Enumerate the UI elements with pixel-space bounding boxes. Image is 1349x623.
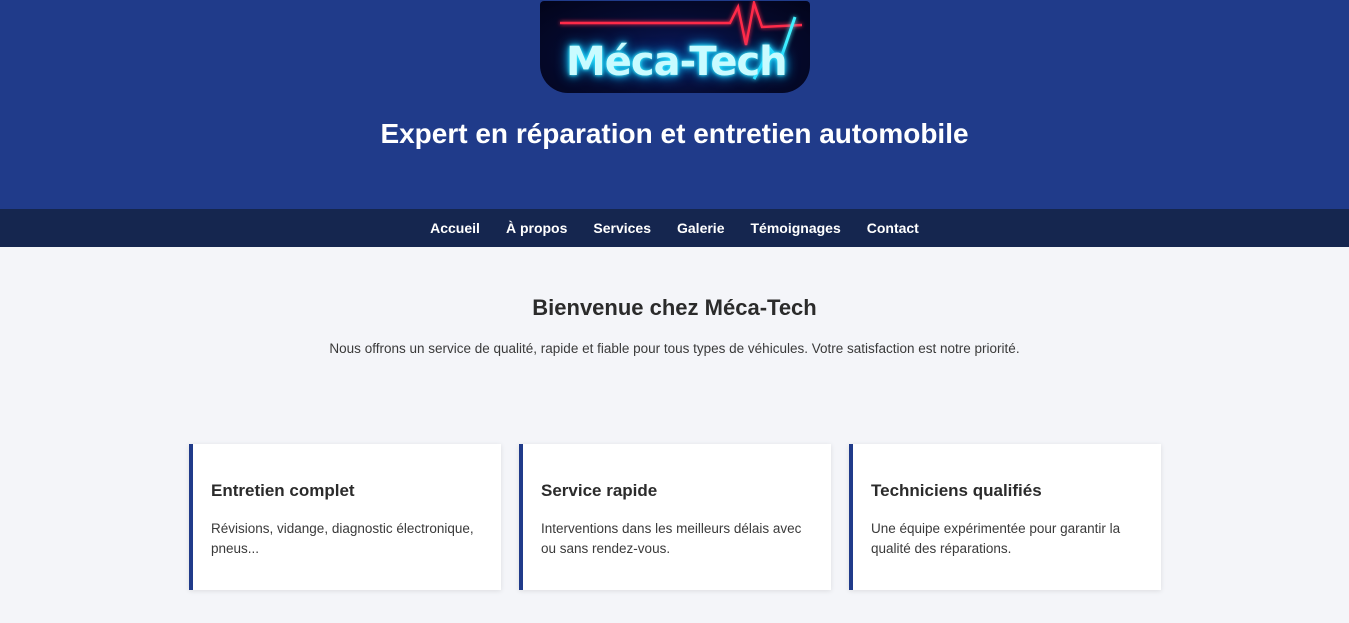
feature-card-entretien: Entretien complet Révisions, vidange, di… (189, 444, 501, 590)
nav-item-a-propos[interactable]: À propos (493, 220, 580, 236)
main-navigation: Accueil À propos Services Galerie Témoig… (0, 209, 1349, 247)
feature-card-techniciens: Techniciens qualifiés Une équipe expérim… (849, 444, 1161, 590)
meca-tech-logo[interactable]: Méca-Tech (540, 1, 810, 93)
main-content: Bienvenue chez Méca-Tech Nous offrons un… (0, 247, 1349, 623)
card-title: Service rapide (541, 481, 658, 500)
card-text: Une équipe expérimentée pour garantir la… (871, 521, 1121, 556)
logo-wordmark: Méca-Tech (566, 39, 788, 85)
nav-item-galerie[interactable]: Galerie (664, 220, 737, 236)
card-text: Interventions dans les meilleurs délais … (541, 521, 802, 556)
card-text: Révisions, vidange, diagnostic électroni… (211, 521, 474, 556)
feature-card-service-rapide: Service rapide Interventions dans les me… (519, 444, 831, 590)
tagline: Expert en réparation et entretien automo… (380, 118, 969, 149)
nav-item-temoignages[interactable]: Témoignages (737, 220, 853, 236)
welcome-title: Bienvenue chez Méca-Tech (532, 295, 817, 320)
feature-cards: Entretien complet Révisions, vidange, di… (189, 444, 1161, 590)
nav-item-contact[interactable]: Contact (854, 220, 932, 236)
nav-item-accueil[interactable]: Accueil (417, 220, 493, 236)
site-header: Méca-Tech Expert en réparation et entret… (0, 0, 1349, 209)
card-title: Entretien complet (211, 481, 355, 500)
nav-item-services[interactable]: Services (580, 220, 664, 236)
welcome-text: Nous offrons un service de qualité, rapi… (329, 341, 1020, 356)
card-title: Techniciens qualifiés (871, 481, 1042, 500)
